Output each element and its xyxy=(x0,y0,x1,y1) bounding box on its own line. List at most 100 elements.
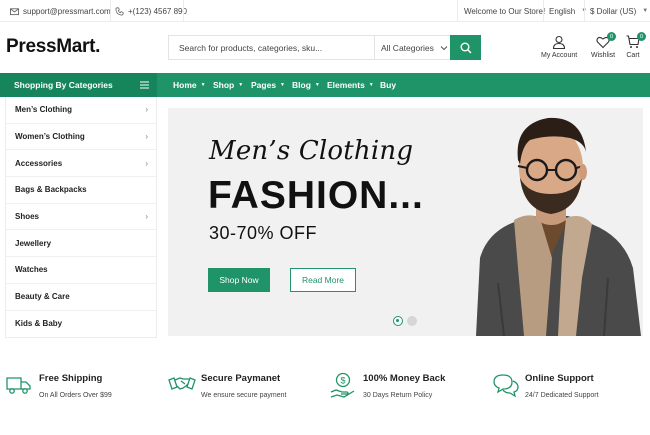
sidebar-item-label: Men’s Clothing xyxy=(15,105,73,115)
divider xyxy=(584,0,585,22)
support-email-text: support@pressmart.com xyxy=(23,6,111,16)
hero-script-title: Men’s Clothing xyxy=(209,136,414,166)
mail-icon xyxy=(10,7,19,15)
read-more-button[interactable]: Read More xyxy=(290,268,356,292)
svg-text:$: $ xyxy=(340,376,345,386)
support-phone-text: +(123) 4567 890 xyxy=(128,6,187,16)
currency-value: $ Dollar (US) xyxy=(590,6,637,16)
cart-label: Cart xyxy=(626,52,640,59)
chevron-down-icon: ▼ xyxy=(642,8,649,14)
chevron-down-icon xyxy=(440,45,448,50)
nav-elements-label: Elements xyxy=(327,80,365,90)
chevron-right-icon: › xyxy=(145,132,148,142)
search-icon xyxy=(460,42,472,54)
phone-icon xyxy=(115,7,124,15)
language-value: English xyxy=(549,6,576,16)
user-icon xyxy=(553,35,566,50)
feature-title: Online Support xyxy=(525,373,594,384)
sidebar-item-mens-clothing[interactable]: Men’s Clothing › xyxy=(6,97,156,124)
top-bar: support@pressmart.com +(123) 4567 890 We… xyxy=(0,0,650,22)
chevron-right-icon: › xyxy=(145,105,148,115)
welcome-message: Welcome to Our Store! xyxy=(464,0,545,22)
welcome-text: Welcome to Our Store! xyxy=(464,6,546,16)
chevron-down-icon: ▼ xyxy=(200,82,206,88)
my-account-label: My Account xyxy=(541,52,578,59)
search-bar: All Categories xyxy=(168,35,481,60)
sidebar-item-label: Jewellery xyxy=(15,238,52,248)
chevron-down-icon: ▼ xyxy=(280,82,285,88)
truck-icon xyxy=(6,377,31,394)
support-email[interactable]: support@pressmart.com xyxy=(10,0,111,22)
nav-home-label: Home xyxy=(173,80,197,90)
divider xyxy=(457,0,458,22)
divider xyxy=(110,0,111,22)
category-sidebar: Men’s Clothing › Women’s Clothing › Access… xyxy=(5,97,157,338)
nav-shop[interactable]: Shop ▼ xyxy=(213,73,243,97)
sidebar-item-watches[interactable]: Watches xyxy=(6,257,156,284)
divider xyxy=(183,0,184,22)
search-category-select[interactable]: All Categories xyxy=(374,36,450,59)
nav-shop-label: Shop xyxy=(213,80,235,90)
chevron-down-icon: ▼ xyxy=(238,82,244,88)
site-logo[interactable]: PressMart. xyxy=(6,36,100,58)
feature-subtitle: We ensure secure payment xyxy=(201,392,287,399)
handshake-icon xyxy=(168,377,196,390)
hero-model-image xyxy=(476,117,641,336)
nav-buy-label: Buy xyxy=(380,80,397,90)
search-category-value: All Categories xyxy=(381,42,434,53)
chevron-right-icon: › xyxy=(145,212,148,222)
sidebar-item-bags-backpacks[interactable]: Bags & Backpacks xyxy=(6,177,156,204)
main-navigation: Shopping By Categories Home ▼ Shop ▼ Pages… xyxy=(0,73,650,97)
nav-pages[interactable]: Pages ▼ xyxy=(251,73,285,97)
categories-toggle[interactable]: Shopping By Categories xyxy=(0,73,157,97)
sidebar-item-label: Watches xyxy=(15,265,48,275)
sidebar-item-womens-clothing[interactable]: Women’s Clothing › xyxy=(6,124,156,151)
chevron-down-icon: ▼ xyxy=(314,82,320,88)
wishlist-label: Wishlist xyxy=(591,52,616,59)
nav-blog-label: Blog xyxy=(292,80,311,90)
search-input[interactable] xyxy=(169,36,374,59)
wishlist-count-badge: 0 xyxy=(607,32,617,41)
hero-title: FASHION... xyxy=(208,174,424,217)
hero-discount: 30-70% OFF xyxy=(209,223,318,243)
my-account-link[interactable]: My Account xyxy=(541,35,577,59)
hero-slider: Men’s Clothing FASHION... 30-70% OFF Sho… xyxy=(168,108,643,336)
sidebar-item-label: Beauty & Care xyxy=(15,292,70,302)
cart-count-badge: 0 xyxy=(637,32,646,41)
feature-title: Free Shipping xyxy=(39,373,103,384)
sidebar-item-shoes[interactable]: Shoes › xyxy=(6,204,156,231)
chevron-right-icon: › xyxy=(145,158,148,168)
slider-dot[interactable] xyxy=(407,316,417,326)
wishlist-link[interactable]: 0 Wishlist xyxy=(591,32,617,59)
nav-blog[interactable]: Blog ▼ xyxy=(292,73,320,97)
feature-subtitle: 24/7 Dedicated Support xyxy=(525,392,599,399)
support-phone[interactable]: +(123) 4567 890 xyxy=(115,0,187,22)
hamburger-menu-icon xyxy=(140,81,149,89)
categories-title: Shopping By Categories xyxy=(14,80,113,90)
currency-selector[interactable]: $ Dollar (US) ▼ xyxy=(590,0,648,22)
feature-subtitle: On All Orders Over $99 xyxy=(39,392,112,399)
sidebar-item-label: Accessories xyxy=(15,158,63,168)
slider-dot-active[interactable] xyxy=(393,316,403,326)
cart-link[interactable]: 0 Cart xyxy=(626,32,646,59)
sidebar-item-jewellery[interactable]: Jewellery xyxy=(6,230,156,258)
money-hand-icon: $ xyxy=(330,372,355,398)
search-button[interactable] xyxy=(450,35,481,60)
feature-title: 100% Money Back xyxy=(363,373,446,384)
sidebar-item-beauty-care[interactable]: Beauty & Care xyxy=(6,284,156,311)
feature-subtitle: 30 Days Return Policy xyxy=(363,392,433,399)
sidebar-item-kids-baby[interactable]: Kids & Baby xyxy=(6,311,156,338)
chevron-down-icon: ▼ xyxy=(368,82,374,88)
nav-pages-label: Pages xyxy=(251,80,277,90)
divider xyxy=(543,0,544,22)
feature-title: Secure Paymanet xyxy=(201,373,281,384)
nav-buy[interactable]: Buy xyxy=(380,73,396,97)
chat-icon xyxy=(493,374,519,398)
shop-now-button[interactable]: Shop Now xyxy=(208,268,270,292)
sidebar-item-label: Kids & Baby xyxy=(15,319,63,329)
nav-elements[interactable]: Elements ▼ xyxy=(327,73,374,97)
sidebar-item-label: Bags & Backpacks xyxy=(15,185,87,195)
sidebar-item-accessories[interactable]: Accessories › xyxy=(6,150,156,178)
nav-home[interactable]: Home ▼ xyxy=(173,73,206,97)
language-selector[interactable]: English ▼ xyxy=(549,0,587,22)
